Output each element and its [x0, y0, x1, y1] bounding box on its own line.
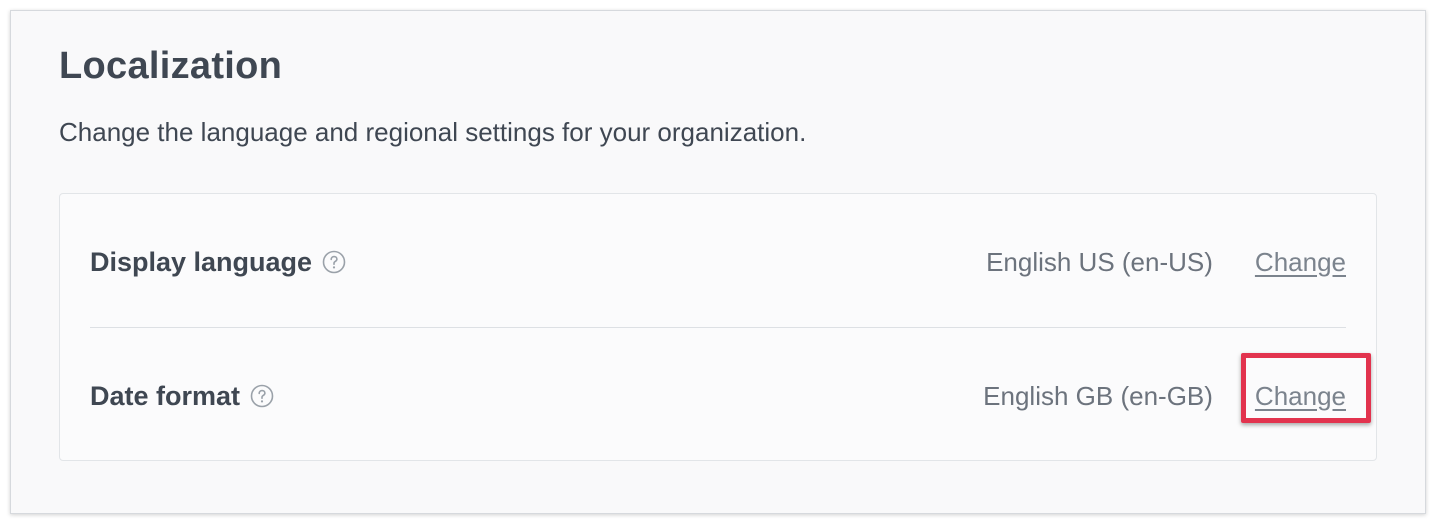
- divider: [90, 327, 1346, 328]
- page-title: Localization: [59, 45, 283, 87]
- setting-value: English US (en-US): [986, 246, 1213, 277]
- localization-panel: Localization Change the language and reg…: [10, 10, 1426, 514]
- settings-card: Display language English US (en-US) Chan…: [59, 193, 1377, 461]
- change-date-format-link[interactable]: Change: [1255, 381, 1346, 411]
- setting-row-display-language: Display language English US (en-US) Chan…: [90, 232, 1346, 292]
- setting-label: Display language: [90, 246, 313, 277]
- setting-value: English GB (en-GB): [983, 380, 1213, 411]
- setting-row-date-format: Date format English GB (en-GB) Change: [90, 352, 1371, 426]
- change-display-language-link[interactable]: Change: [1255, 247, 1346, 278]
- page-subtitle: Change the language and regional setting…: [59, 117, 807, 147]
- question-circle-icon[interactable]: [250, 384, 274, 408]
- setting-label: Date format: [90, 380, 241, 411]
- question-circle-icon[interactable]: [322, 250, 346, 274]
- change-date-format-wrapper: Change: [1240, 352, 1371, 423]
